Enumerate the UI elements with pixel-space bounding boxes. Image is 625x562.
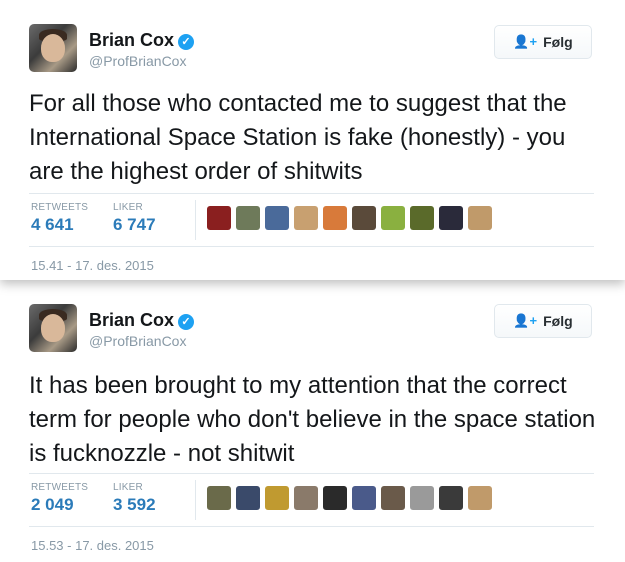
liker-avatar[interactable] — [410, 206, 434, 230]
likes-label: LIKER — [113, 202, 143, 213]
add-user-icon: 👤+ — [513, 34, 538, 49]
retweets-label: RETWEETS — [31, 202, 89, 213]
likes-count[interactable]: 3 592 — [113, 495, 156, 515]
liker-avatars — [207, 486, 492, 510]
likes-count[interactable]: 6 747 — [113, 215, 156, 235]
liker-avatar[interactable] — [381, 486, 405, 510]
liker-avatar[interactable] — [265, 486, 289, 510]
liker-avatar[interactable] — [207, 486, 231, 510]
liker-avatar[interactable] — [236, 486, 260, 510]
stats-divider — [195, 200, 196, 240]
avatar[interactable] — [29, 304, 77, 352]
retweets-count[interactable]: 2 049 — [31, 495, 74, 515]
liker-avatar[interactable] — [323, 206, 347, 230]
verified-badge-icon: ✓ — [178, 314, 195, 330]
follow-label: Følg — [543, 313, 573, 329]
avatar[interactable] — [29, 24, 77, 72]
tweet-text: It has been brought to my attention that… — [29, 372, 596, 467]
tweet-card-2: Brian Cox ✓ @ProfBrianCox 👤+ Følg It has … — [0, 280, 625, 562]
retweets-count[interactable]: 4 641 — [31, 215, 74, 235]
retweets-label: RETWEETS — [31, 482, 89, 493]
follow-label: Følg — [543, 34, 573, 50]
divider — [29, 246, 594, 247]
divider — [29, 526, 594, 527]
liker-avatar[interactable] — [352, 486, 376, 510]
liker-avatar[interactable] — [439, 486, 463, 510]
follow-button[interactable]: 👤+ Følg — [494, 25, 592, 59]
liker-avatar[interactable] — [439, 206, 463, 230]
follow-button[interactable]: 👤+ Følg — [494, 304, 592, 338]
liker-avatar[interactable] — [265, 206, 289, 230]
liker-avatar[interactable] — [294, 486, 318, 510]
liker-avatar[interactable] — [468, 486, 492, 510]
likes-label: LIKER — [113, 482, 143, 493]
liker-avatar[interactable] — [236, 206, 260, 230]
divider — [29, 193, 594, 194]
tweet-timestamp[interactable]: 15.53 - 17. des. 2015 — [31, 538, 154, 553]
liker-avatars — [207, 206, 492, 230]
liker-avatar[interactable] — [468, 206, 492, 230]
user-handle[interactable]: @ProfBrianCox — [89, 333, 186, 349]
liker-avatar[interactable] — [207, 206, 231, 230]
liker-avatar[interactable] — [381, 206, 405, 230]
divider — [29, 473, 594, 474]
user-handle[interactable]: @ProfBrianCox — [89, 53, 186, 69]
liker-avatar[interactable] — [410, 486, 434, 510]
stats-divider — [195, 480, 196, 520]
tweet-timestamp[interactable]: 15.41 - 17. des. 2015 — [31, 258, 154, 273]
tweet-text: For all those who contacted me to sugges… — [29, 90, 567, 185]
tweet-card-1: Brian Cox ✓ @ProfBrianCox 👤+ Følg For all… — [0, 0, 625, 280]
user-name[interactable]: Brian Cox ✓ — [89, 310, 195, 331]
user-name[interactable]: Brian Cox ✓ — [89, 30, 195, 51]
liker-avatar[interactable] — [352, 206, 376, 230]
verified-badge-icon: ✓ — [178, 34, 195, 50]
liker-avatar[interactable] — [323, 486, 347, 510]
add-user-icon: 👤+ — [513, 313, 538, 328]
liker-avatar[interactable] — [294, 206, 318, 230]
